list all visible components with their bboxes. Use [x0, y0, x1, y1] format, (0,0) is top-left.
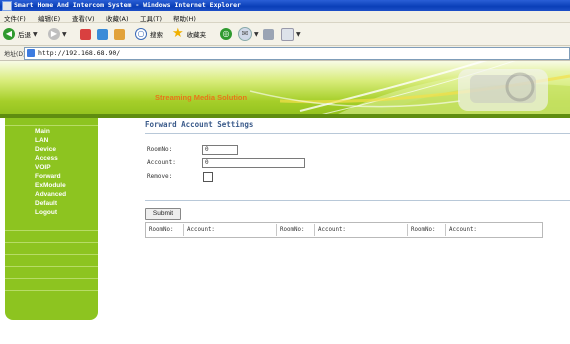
sidebar-divider: [5, 242, 98, 243]
mail-button[interactable]: ✉ ▼: [238, 27, 259, 41]
account-input[interactable]: 0: [202, 158, 305, 168]
menu-file[interactable]: 文件(F): [4, 13, 26, 23]
print-icon: [263, 28, 274, 40]
banner: Streaming Media Solution: [0, 61, 570, 118]
chevron-down-icon: ▼: [254, 30, 259, 38]
back-arrow-icon: ◀: [3, 28, 15, 40]
chevron-down-icon: ▼: [33, 30, 38, 38]
back-button[interactable]: ◀ 后退 ▼: [3, 27, 38, 41]
ie-window-icon: [2, 1, 12, 11]
remove-label: Remove:: [147, 173, 173, 180]
address-bar: 地址(D) http://192.168.68.90/: [0, 46, 570, 61]
address-url[interactable]: http://192.168.68.90/: [38, 49, 120, 57]
table-header-roomno: RoomNo:: [147, 224, 184, 236]
sidebar-divider: [5, 125, 98, 126]
chevron-down-icon: ▼: [296, 30, 301, 38]
banner-title: Streaming Media Solution: [155, 93, 248, 102]
banner-decoration: [249, 61, 570, 118]
browser-toolbar: ◀ 后退 ▼ ▶ ▼ ○ 搜索 ★ 收藏夹 ◎ ✉ ▼ ▼: [0, 23, 570, 46]
sidebar-item-access[interactable]: Access: [35, 155, 58, 162]
table-header-account: Account:: [185, 224, 277, 236]
sidebar-item-forward[interactable]: Forward: [35, 173, 61, 180]
sidebar-item-exmodule[interactable]: ExModule: [35, 182, 66, 189]
sidebar: Main LAN Device Access VOIP Forward ExMo…: [5, 118, 98, 320]
form-divider: [145, 200, 570, 201]
roomno-input[interactable]: 0: [202, 145, 238, 155]
chevron-down-icon: ▼: [62, 30, 67, 38]
sidebar-divider: [5, 230, 98, 231]
sidebar-divider: [5, 290, 98, 291]
menu-view[interactable]: 查看(V): [72, 13, 95, 23]
table-header-roomno: RoomNo:: [409, 224, 446, 236]
account-table: RoomNo: Account: RoomNo: Account: RoomNo…: [145, 222, 543, 238]
sidebar-item-advanced[interactable]: Advanced: [35, 191, 66, 198]
search-icon: ○: [135, 28, 147, 40]
sidebar-divider: [5, 278, 98, 279]
edit-button[interactable]: ▼: [281, 27, 301, 41]
print-button[interactable]: [263, 27, 274, 41]
star-icon: ★: [172, 26, 184, 41]
roomno-label: RoomNo:: [147, 146, 173, 153]
favorites-button[interactable]: ★ 收藏夹: [172, 27, 206, 41]
edit-icon: [281, 27, 294, 41]
forward-button[interactable]: ▶ ▼: [48, 27, 67, 41]
menu-edit[interactable]: 编辑(E): [38, 13, 60, 23]
sidebar-item-default[interactable]: Default: [35, 200, 57, 207]
sidebar-item-lan[interactable]: LAN: [35, 137, 48, 144]
sidebar-item-logout[interactable]: Logout: [35, 209, 57, 216]
sidebar-divider: [5, 254, 98, 255]
table-header-account: Account:: [449, 227, 477, 233]
table-header-account: Account:: [316, 224, 408, 236]
page-icon: [27, 49, 35, 57]
sidebar-divider: [5, 266, 98, 267]
sidebar-item-voip[interactable]: VOIP: [35, 164, 51, 171]
history-icon: ◎: [220, 28, 232, 40]
refresh-icon: [97, 28, 108, 40]
table-header-roomno: RoomNo:: [278, 224, 315, 236]
menu-favorites[interactable]: 收藏(A): [106, 13, 129, 23]
sidebar-item-device[interactable]: Device: [35, 146, 56, 153]
menu-help[interactable]: 帮助(H): [173, 13, 196, 23]
refresh-button[interactable]: [97, 27, 108, 41]
stop-icon: [80, 28, 91, 40]
title-divider: [145, 133, 570, 134]
window-title: Smart Home And Intercom System - Windows…: [14, 1, 241, 9]
address-label: 地址(D): [4, 51, 26, 58]
forward-arrow-icon: ▶: [48, 28, 60, 40]
history-button[interactable]: ◎: [220, 27, 232, 41]
mail-icon: ✉: [238, 27, 252, 41]
submit-button[interactable]: Submit: [145, 208, 181, 220]
remove-checkbox[interactable]: [203, 172, 213, 182]
stop-button[interactable]: [80, 27, 91, 41]
account-label: Account:: [147, 159, 176, 166]
home-icon: [114, 28, 125, 40]
search-button[interactable]: ○ 搜索: [135, 27, 163, 41]
menu-bar: 文件(F) 编辑(E) 查看(V) 收藏(A) 工具(T) 帮助(H): [0, 11, 570, 23]
menu-tools[interactable]: 工具(T): [140, 13, 162, 23]
page-title: Forward Account Settings: [145, 120, 254, 129]
sidebar-item-main[interactable]: Main: [35, 128, 50, 135]
home-button[interactable]: [114, 27, 125, 41]
address-input[interactable]: http://192.168.68.90/: [24, 47, 570, 60]
window-title-bar: Smart Home And Intercom System - Windows…: [0, 0, 570, 11]
